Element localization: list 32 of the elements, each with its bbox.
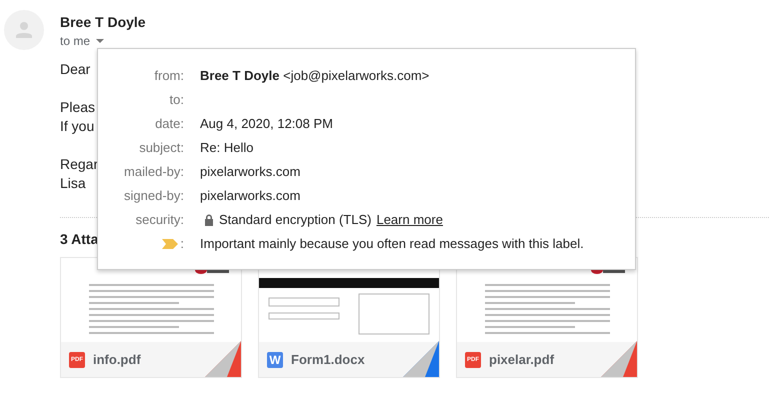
sender-name: Bree T Doyle: [60, 14, 147, 30]
detail-label: to:: [170, 91, 184, 109]
recipient-text: to me: [60, 34, 90, 48]
detail-label: from:: [154, 67, 184, 85]
detail-label: security:: [136, 211, 184, 229]
file-name: Form1.docx: [291, 352, 365, 367]
detail-label: subject:: [139, 139, 184, 157]
body-text: Regar: [60, 155, 98, 174]
detail-value: Re: Hello: [200, 139, 254, 157]
detail-label: signed-by:: [124, 187, 184, 205]
body-text: Lisa: [60, 174, 86, 193]
detail-value: Aug 4, 2020, 12:08 PM: [200, 115, 333, 133]
detail-value: pixelarworks.com: [200, 187, 300, 205]
detail-label: :: [180, 235, 184, 253]
avatar: [4, 10, 44, 50]
detail-value: pixelarworks.com: [200, 163, 300, 181]
attachments-heading: 3 Atta: [60, 231, 98, 247]
importance-marker-icon: [162, 238, 178, 248]
dropdown-caret-icon[interactable]: [96, 39, 104, 43]
detail-label: mailed-by:: [124, 163, 184, 181]
detail-value: Important mainly because you often read messages with this label.: [200, 235, 584, 253]
detail-value: Bree T Doyle <job@pixelarworks.com>: [200, 67, 430, 85]
file-name: pixelar.pdf: [489, 352, 554, 367]
detail-label: date:: [155, 115, 184, 133]
lock-icon: [204, 214, 214, 226]
learn-more-link[interactable]: Learn more: [376, 212, 443, 227]
body-text: Dear: [60, 60, 90, 79]
detail-value: Standard encryption (TLS): [219, 211, 372, 229]
body-text: If you: [60, 117, 94, 136]
file-type-icon: W: [267, 352, 283, 368]
file-name: info.pdf: [93, 352, 141, 367]
body-text: Pleas: [60, 98, 96, 117]
